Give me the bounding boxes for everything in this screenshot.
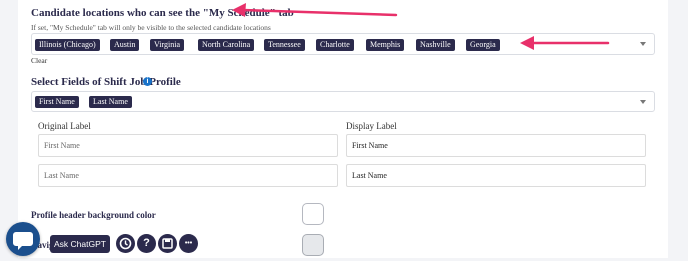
display-label-header: Display Label	[346, 121, 397, 131]
info-icon[interactable]: i	[143, 77, 152, 86]
profile-header-color-swatch[interactable]	[302, 203, 324, 225]
location-tag[interactable]: Austin	[110, 39, 140, 51]
profile-header-color-label: Profile header background color	[31, 210, 156, 220]
candidate-locations-hint: If set, "My Schedule" tab will only be v…	[31, 23, 271, 32]
field-tag[interactable]: First Name	[35, 96, 79, 108]
ask-chatgpt-button[interactable]: Ask ChatGPT	[50, 235, 110, 253]
field-tag[interactable]: Last Name	[89, 96, 132, 108]
location-tag[interactable]: Memphis	[366, 39, 405, 51]
history-icon[interactable]	[116, 234, 135, 253]
navigation-color-swatch[interactable]	[302, 234, 324, 256]
location-tag[interactable]: Illinois (Chicago)	[35, 39, 100, 51]
location-tag[interactable]: Virginia	[150, 39, 185, 51]
location-tag[interactable]: Tennessee	[264, 39, 305, 51]
chat-icon	[13, 232, 33, 250]
location-tag[interactable]: Nashville	[416, 39, 455, 51]
shift-fields-title: Select Fields of Shift Job Profile	[31, 76, 181, 88]
more-icon[interactable]: •••	[179, 234, 198, 253]
save-icon[interactable]	[158, 234, 177, 253]
chevron-down-icon[interactable]	[640, 42, 646, 46]
annotation-arrow-icon	[520, 36, 610, 50]
clear-link[interactable]: Clear	[31, 56, 47, 65]
location-tag[interactable]: Charlotte	[316, 39, 354, 51]
display-label-field[interactable]: First Name	[346, 134, 646, 157]
help-icon[interactable]: ?	[137, 234, 156, 253]
original-label-field[interactable]: Last Name	[38, 164, 338, 187]
chat-bubble-button[interactable]	[6, 222, 40, 256]
original-label-header: Original Label	[38, 121, 91, 131]
annotation-arrow-icon	[232, 3, 398, 17]
location-tag[interactable]: North Carolina	[198, 39, 255, 51]
original-label-field[interactable]: First Name	[38, 134, 338, 157]
chevron-down-icon[interactable]	[640, 100, 646, 104]
display-label-field[interactable]: Last Name	[346, 164, 646, 187]
location-tag[interactable]: Georgia	[466, 39, 500, 51]
shift-fields-select[interactable]: First Name Last Name	[31, 91, 655, 112]
